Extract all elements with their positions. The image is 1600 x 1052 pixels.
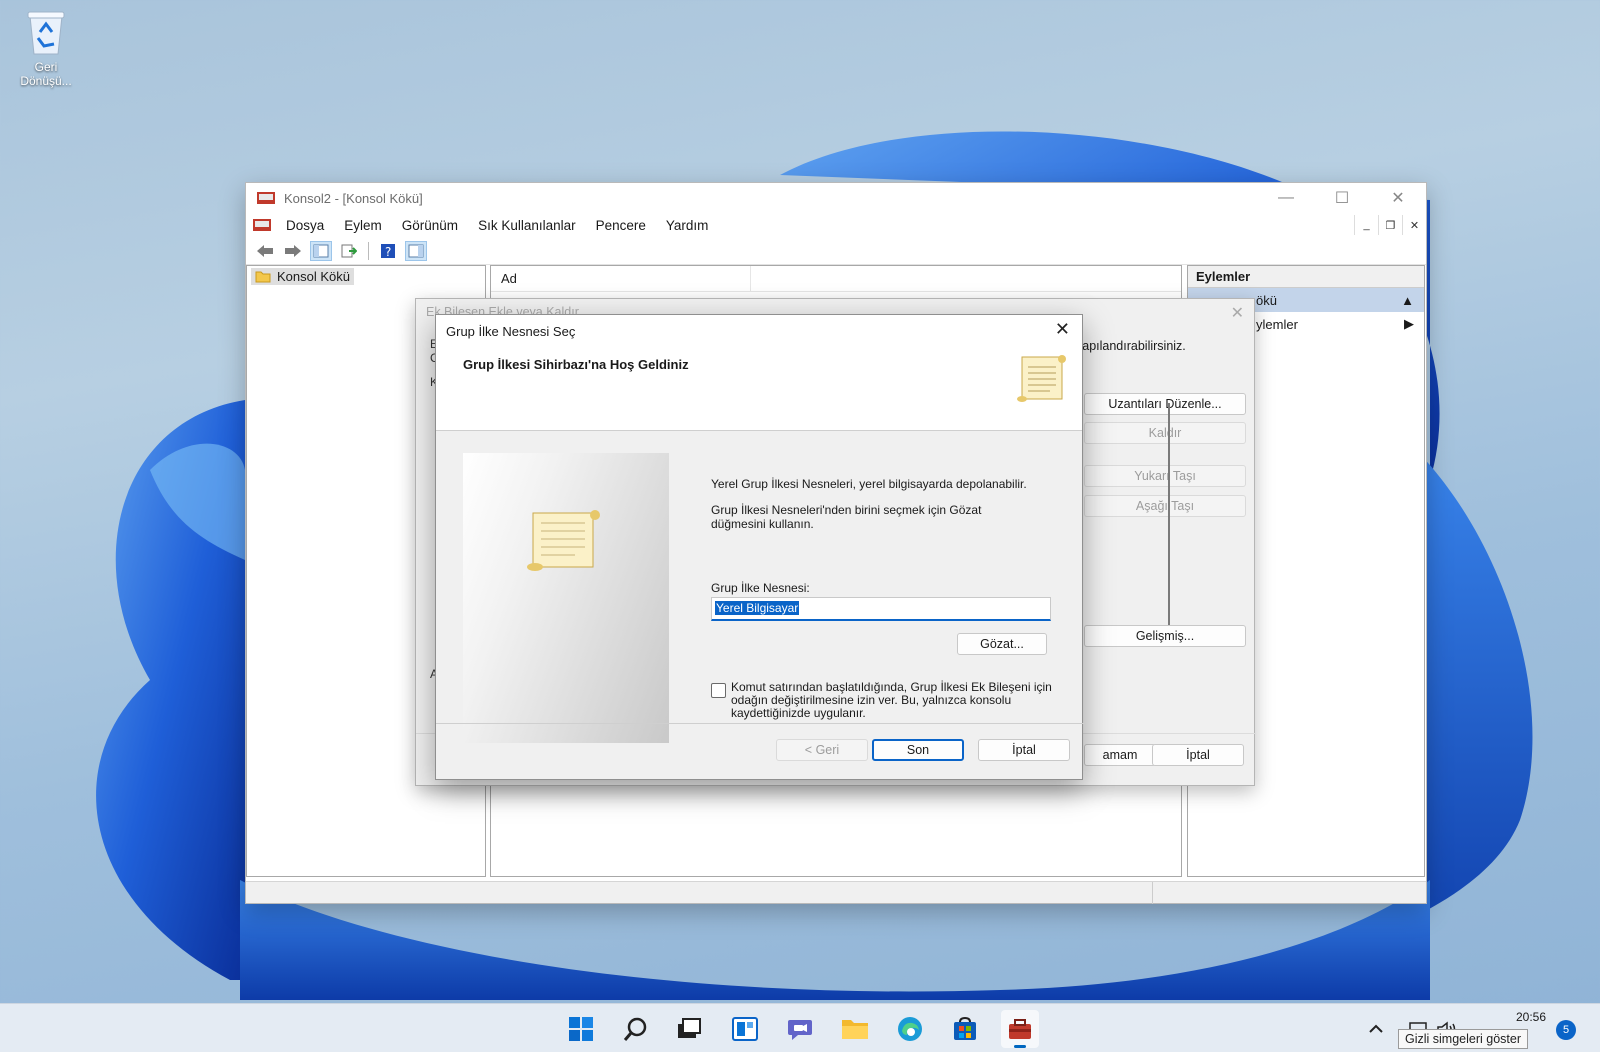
folder-icon (842, 1020, 868, 1039)
browse-button[interactable]: Gözat... (957, 633, 1047, 655)
submenu-arrow-icon: ▶ (1404, 316, 1414, 331)
recycle-bin-label-2: Dönüşü... (20, 74, 72, 88)
child-restore-button[interactable]: ❐ (1378, 215, 1402, 235)
tree-item-label: Konsol Kökü (277, 269, 350, 284)
child-minimize-button[interactable]: _ (1354, 215, 1378, 235)
allow-focus-change-checkbox[interactable] (711, 683, 726, 698)
cancel-button[interactable]: İptal (978, 739, 1070, 761)
notification-badge[interactable]: 5 (1556, 1020, 1576, 1040)
svg-text:?: ? (385, 245, 391, 259)
gpo-input-value: Yerel Bilgisayar (715, 601, 800, 615)
recycle-bin-label: Geri (34, 60, 58, 74)
show-tree-icon[interactable] (310, 240, 332, 261)
close-button[interactable]: ✕ (1370, 183, 1426, 213)
hidden-icons-tooltip: Gizli simgeleri göster (1398, 1029, 1529, 1049)
wizard-text-browse: Grup İlkesi Nesneleri'nden birini seçmek… (711, 503, 982, 531)
mmc-title: Konsol2 - [Konsol Kökü] (284, 190, 423, 206)
edge-button[interactable] (891, 1010, 929, 1048)
menu-dosya[interactable]: Dosya (276, 218, 334, 233)
show-hidden-icons-button[interactable] (1368, 1004, 1384, 1052)
snapin-description: yapılandırabilirsiniz. (1076, 339, 1186, 353)
mmc-toolbar: ? (246, 237, 1426, 265)
advanced-button[interactable]: Gelişmiş... (1084, 625, 1246, 647)
column-name-header[interactable]: Ad (501, 265, 751, 292)
gpo-label: Grup İlke Nesnesi: (711, 581, 810, 595)
toolbar-separator (368, 241, 369, 260)
wizard-footer: < Geri Son İptal (436, 723, 1084, 779)
ok-button[interactable]: amam (1084, 744, 1156, 766)
minimize-button[interactable]: — (1258, 183, 1314, 213)
search-button[interactable] (617, 1010, 655, 1048)
status-divider (1152, 882, 1153, 904)
teams-chat-button[interactable] (781, 1010, 819, 1048)
checkbox-label: Komut satırından başlatıldığında, Grup İ… (731, 680, 1052, 720)
snapin-close-icon[interactable]: ✕ (1231, 303, 1244, 323)
child-window-controls: _ ❐ ✕ (1354, 215, 1426, 235)
wizard-header-title: Grup İlkesi Sihirbazı'na Hoş Geldiniz (463, 357, 689, 372)
widgets-button[interactable] (726, 1010, 764, 1048)
status-bar (246, 881, 1426, 904)
mmc-window-controls: — ☐ ✕ (1258, 183, 1426, 213)
chevron-up-icon (1369, 1024, 1383, 1033)
task-view-button[interactable] (670, 1010, 708, 1048)
move-up-button[interactable]: Yukarı Taşı (1084, 465, 1246, 487)
maximize-button[interactable]: ☐ (1314, 183, 1370, 213)
menu-yardim[interactable]: Yardım (656, 218, 719, 233)
finish-button[interactable]: Son (872, 739, 964, 761)
windows-logo-icon (569, 1017, 593, 1041)
export-list-icon[interactable] (338, 241, 360, 261)
scroll-illustration-icon (527, 510, 600, 571)
search-icon (623, 1017, 647, 1041)
wizard-body: Yerel Grup İlkesi Nesneleri, yerel bilgi… (436, 431, 1084, 757)
wizard-side-image (463, 453, 669, 743)
edge-icon (898, 1017, 922, 1041)
mmc-app-icon (257, 192, 275, 204)
wizard-title: Grup İlke Nesnesi Seç (436, 315, 1082, 347)
toolbox-icon (1009, 1019, 1031, 1039)
wizard-close-icon[interactable]: ✕ (1055, 319, 1070, 340)
mmc-taskbar-button[interactable] (1001, 1010, 1039, 1048)
menu-sik-kullanilanlar[interactable]: Sık Kullanılanlar (468, 218, 586, 233)
move-down-button[interactable]: Aşağı Taşı (1084, 495, 1246, 517)
back-button[interactable]: < Geri (776, 739, 868, 761)
edit-extensions-button[interactable]: Uzantıları Düzenle... (1084, 393, 1246, 415)
console-menu-icon[interactable] (252, 217, 272, 233)
child-close-button[interactable]: ✕ (1402, 215, 1426, 235)
snapin-list-border (1168, 403, 1170, 625)
mmc-menubar: Dosya Eylem Görünüm Sık Kullanılanlar Pe… (246, 213, 1426, 237)
start-button[interactable] (562, 1010, 600, 1048)
widgets-icon (732, 1017, 758, 1041)
snapin-cancel-button[interactable]: İptal (1152, 744, 1244, 766)
taskbar-clock[interactable]: 20:56 (1496, 1010, 1546, 1024)
remove-button[interactable]: Kaldır (1084, 422, 1246, 444)
actions-header: Eylemler (1188, 266, 1424, 288)
collapse-triangle-icon: ▲ (1401, 292, 1414, 308)
store-button[interactable] (946, 1010, 984, 1048)
menu-pencere[interactable]: Pencere (586, 218, 656, 233)
tree-item-console-root[interactable]: Konsol Kökü (251, 268, 354, 285)
column-header: Ad (491, 265, 1181, 292)
chat-icon (788, 1020, 812, 1040)
back-arrow-icon[interactable] (254, 241, 276, 261)
wizard-text-local: Yerel Grup İlkesi Nesneleri, yerel bilgi… (711, 477, 1027, 491)
forward-arrow-icon[interactable] (282, 241, 304, 261)
menu-eylem[interactable]: Eylem (334, 218, 392, 233)
file-explorer-button[interactable] (836, 1010, 874, 1048)
mmc-titlebar[interactable]: Konsol2 - [Konsol Kökü] (246, 183, 1426, 213)
folder-icon (255, 271, 271, 283)
taskbar: 20:56 5 (0, 1003, 1600, 1052)
scroll-icon (1017, 355, 1066, 402)
recycle-bin-icon (24, 8, 68, 56)
task-view-icon (678, 1018, 701, 1038)
store-icon (954, 1016, 976, 1040)
help-icon[interactable]: ? (377, 241, 399, 261)
recycle-bin-shortcut[interactable]: Geri Dönüşü... (10, 8, 82, 88)
show-action-pane-icon[interactable] (405, 240, 427, 261)
wizard-banner: Grup İlkesi Sihirbazı'na Hoş Geldiniz (436, 347, 1082, 431)
select-gpo-wizard: Grup İlke Nesnesi Seç ✕ Grup İlkesi Sihi… (435, 314, 1084, 780)
menu-gorunum[interactable]: Görünüm (392, 218, 468, 233)
gpo-input[interactable]: Yerel Bilgisayar (711, 597, 1051, 621)
